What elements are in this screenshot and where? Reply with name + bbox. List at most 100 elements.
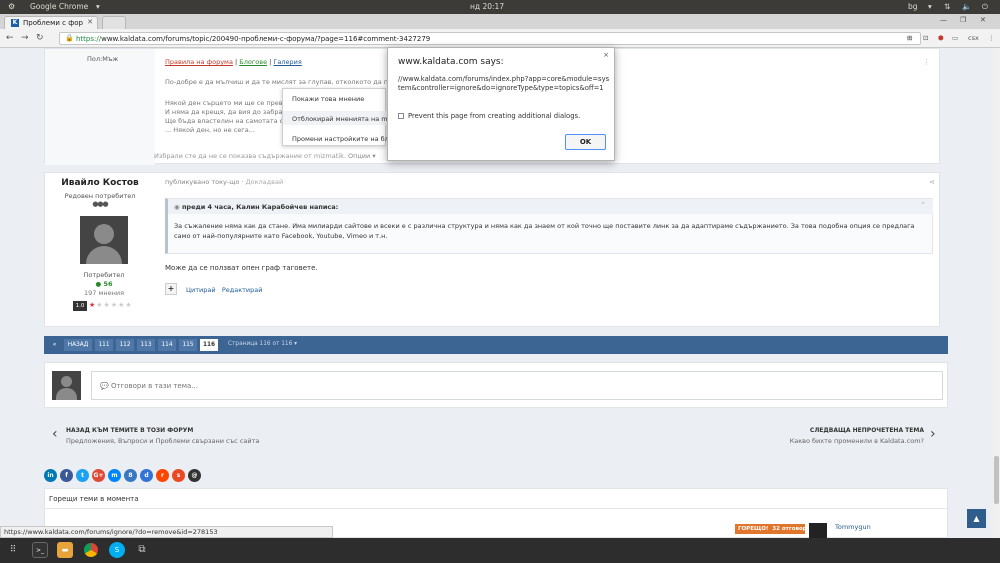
back-to-forum-subtitle: Предложения, Въпроси и Проблеми свързани… xyxy=(66,437,260,445)
page-link[interactable]: 115 xyxy=(179,339,197,351)
volume-icon[interactable]: 🔈 xyxy=(962,2,971,11)
app-menu-icon[interactable]: ▾ xyxy=(96,2,100,11)
reload-icon[interactable]: ↻ xyxy=(36,33,44,43)
vk-share-button[interactable]: 8 xyxy=(124,469,137,482)
reputation-value: 56 xyxy=(103,280,113,288)
page-link[interactable]: 112 xyxy=(116,339,134,351)
add-reaction-button[interactable]: + xyxy=(165,283,177,295)
ok-button[interactable]: OK xyxy=(565,134,606,150)
workspace-icon[interactable]: ⧉ xyxy=(134,542,150,558)
pager-back-button[interactable]: НАЗАД xyxy=(64,339,92,351)
messenger-share-button[interactable]: m xyxy=(108,469,121,482)
hot-topic-user[interactable]: Tommygun xyxy=(835,523,871,531)
adblock-icon[interactable]: ⬢ xyxy=(938,34,944,42)
page-link[interactable]: 111 xyxy=(95,339,113,351)
stumbleupon-share-button[interactable]: s xyxy=(172,469,185,482)
quote-button[interactable]: Цитирай xyxy=(186,286,216,294)
power-icon[interactable]: ⏻ xyxy=(982,2,988,12)
network-icon[interactable]: ⇅ xyxy=(944,2,950,11)
prev-chevron-icon[interactable]: ‹ xyxy=(52,426,58,442)
facebook-share-button[interactable]: f xyxy=(60,469,73,482)
page-link[interactable]: 114 xyxy=(158,339,176,351)
quote-collapse-icon[interactable]: ⌃ xyxy=(920,201,926,209)
author-gender: Пол:Мъж xyxy=(87,55,119,63)
ubuntu-logo-icon[interactable]: ⚙ xyxy=(8,2,15,11)
gallery-link[interactable]: Галерия xyxy=(273,58,301,66)
page-scrollbar[interactable] xyxy=(993,48,1000,538)
link-status-bar: https://www.kaldata.com/forums/ignore/?d… xyxy=(0,526,333,538)
dialog-close-icon[interactable]: × xyxy=(603,51,609,59)
post-options-icon[interactable]: ⋮ xyxy=(923,58,930,66)
delicious-share-button[interactable]: d xyxy=(140,469,153,482)
show-post-menu-item[interactable]: Покажи това мнение xyxy=(283,91,387,105)
email-share-button[interactable]: @ xyxy=(188,469,201,482)
keyboard-layout[interactable]: bg xyxy=(908,2,918,11)
share-post-icon[interactable]: ⋖ xyxy=(929,178,935,186)
report-link[interactable]: Докладвай xyxy=(246,178,284,186)
quote-chevron-icon[interactable]: ◉ xyxy=(174,203,180,211)
author-name[interactable]: Ивайло Костов xyxy=(45,178,155,188)
menu-icon[interactable]: ⋮ xyxy=(988,34,995,42)
quote-header-text: преди 4 часа, Калин Карабойчев написа: xyxy=(181,203,339,211)
back-icon[interactable]: ← xyxy=(6,33,14,43)
post-meta: публикувано току-що · Докладвай xyxy=(165,178,284,186)
author-group: Потребител xyxy=(83,271,125,279)
twitter-share-button[interactable]: t xyxy=(76,469,89,482)
scroll-to-top-button[interactable]: ▲ xyxy=(967,509,986,528)
chrome-icon[interactable] xyxy=(83,542,99,558)
clock[interactable]: нд 20:17 xyxy=(470,2,504,11)
post-card: Ивайло Костов Редовен потребител ●●● Пот… xyxy=(44,172,940,327)
new-tab-button[interactable] xyxy=(102,16,126,29)
minimize-icon[interactable]: — xyxy=(940,16,947,24)
translate-icon[interactable]: ⊞ xyxy=(907,34,912,42)
edit-button[interactable]: Редактирай xyxy=(222,286,263,294)
rules-link[interactable]: Правила на форума xyxy=(165,58,233,66)
back-to-forum-link[interactable]: НАЗАД КЪМ ТЕМИТЕ В ТОЗИ ФОРУМ xyxy=(66,427,193,434)
files-icon[interactable]: ▬ xyxy=(57,542,73,558)
pagination: « НАЗАД 111 112 113 114 115 116 Страница… xyxy=(44,336,948,354)
hot-badge-label: ГОРЕЩО! xyxy=(738,526,769,532)
terminal-icon[interactable]: >_ xyxy=(32,542,48,558)
prevent-dialogs-checkbox[interactable]: Prevent this page from creating addition… xyxy=(398,112,580,120)
alert-dialog: × www.kaldata.com says: //www.kaldata.co… xyxy=(387,47,615,161)
topic-avatar[interactable] xyxy=(809,523,827,539)
ignore-settings-menu-item[interactable]: Промени настройките на блокиране xyxy=(283,131,387,145)
first-page-icon[interactable]: « xyxy=(48,339,61,351)
tab-close-icon[interactable]: ✕ xyxy=(87,18,93,26)
avatar[interactable] xyxy=(80,216,128,264)
author-panel: Ивайло Костов Редовен потребител ●●● Пот… xyxy=(45,173,155,328)
url-text: www.kaldata.com/forums/topic/200490-проб… xyxy=(101,35,431,43)
googleplus-share-button[interactable]: G+ xyxy=(92,469,105,482)
scrollbar-thumb[interactable] xyxy=(994,456,999,504)
next-chevron-icon[interactable]: › xyxy=(930,426,936,442)
maximize-icon[interactable]: ❐ xyxy=(960,16,966,24)
extension-icon[interactable]: ⊡ xyxy=(923,34,928,42)
url-bar[interactable]: 🔒 https://www.kaldata.com/forums/topic/2… xyxy=(59,32,921,45)
profile-name[interactable]: csx xyxy=(968,34,979,42)
post-count: 197 мнения xyxy=(83,289,124,297)
options-dropdown[interactable]: Опции ▾ xyxy=(348,152,376,160)
close-window-icon[interactable]: ✕ xyxy=(980,16,986,24)
rating-stars-icon[interactable]: ★★★★★★ xyxy=(89,301,133,309)
blogs-link[interactable]: Блогове xyxy=(239,58,267,66)
page-summary-dropdown[interactable]: Страница 116 от 116 ▾ xyxy=(228,341,297,347)
linkedin-share-button[interactable]: in xyxy=(44,469,57,482)
reply-input[interactable]: 💬 Отговори в тази тема... xyxy=(91,371,943,400)
checkbox-icon[interactable] xyxy=(398,113,404,119)
unignore-menu-item[interactable]: Отблокирай мненията на mizmatik xyxy=(283,111,387,125)
apps-grid-icon[interactable]: ⠿ xyxy=(5,542,21,558)
next-unread-link[interactable]: СЛЕДВАЩА НЕПРОЧЕТЕНА ТЕМА xyxy=(744,427,924,434)
keyboard-layout-chevron-icon[interactable]: ▾ xyxy=(928,2,932,11)
hot-badge: ГОРЕЩО! 32 отговора xyxy=(735,524,810,534)
current-page[interactable]: 116 xyxy=(200,339,218,351)
reddit-share-button[interactable]: r xyxy=(156,469,169,482)
tab-forum[interactable]: K Проблеми с форум ✕ xyxy=(4,16,98,29)
page-link[interactable]: 113 xyxy=(137,339,155,351)
skype-icon[interactable]: S xyxy=(109,542,125,558)
rating-value: 1.0 xyxy=(73,301,87,311)
extension-2-icon[interactable]: ▭ xyxy=(952,34,958,42)
my-avatar-body-icon xyxy=(56,388,77,400)
my-avatar[interactable] xyxy=(52,371,81,400)
forward-icon[interactable]: → xyxy=(21,33,29,43)
lock-icon[interactable]: 🔒 xyxy=(65,34,74,43)
